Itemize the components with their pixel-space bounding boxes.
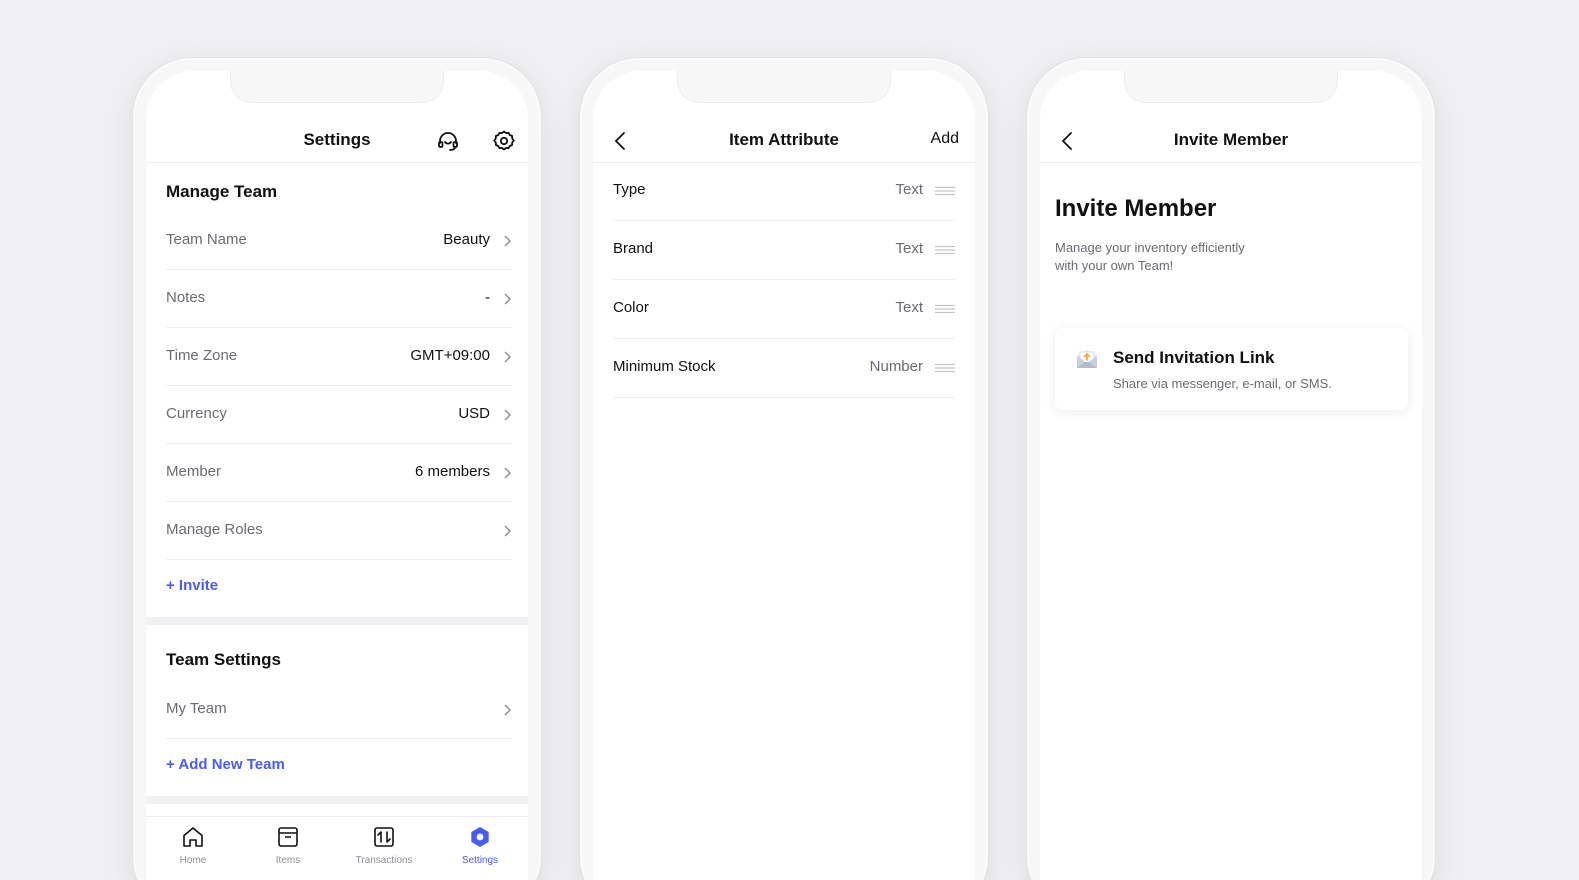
chevron-right-icon [504,525,512,537]
subtitle-line: Manage your inventory efficiently [1055,240,1245,255]
row-value: - [485,289,490,306]
row-value: USD [458,405,490,422]
attribute-row-type[interactable]: Type Text [613,162,955,221]
card-title: Send Invitation Link [1113,348,1275,367]
row-label: Team Name [166,231,247,248]
headset-support-icon[interactable] [436,129,460,153]
tab-label: Items [275,855,301,866]
attribute-label: Brand [613,240,654,257]
attribute-row-color[interactable]: Color Text [613,280,955,339]
row-time-zone[interactable]: Time Zone GMT+09:00 [166,328,512,386]
row-value: GMT+09:00 [410,347,490,364]
attribute-header: Item Attribute Add [593,119,975,163]
home-icon [183,827,203,847]
chevron-right-icon [504,235,512,247]
settings-gear-icon [471,827,489,847]
add-new-team-link[interactable]: + Add New Team [166,756,285,773]
attribute-type: Text [895,181,923,198]
item-attribute-screen: Item Attribute Add Type Text Brand Text … [593,71,975,880]
gear-icon[interactable] [492,129,516,153]
attribute-label: Color [613,299,649,316]
attribute-row-minimum-stock[interactable]: Minimum Stock Number [613,339,955,398]
tab-label: Settings [461,855,499,866]
card-subtitle: Share via messenger, e-mail, or SMS. [1113,376,1332,391]
row-label: Currency [166,405,227,422]
attribute-row-brand[interactable]: Brand Text [613,221,955,280]
invite-header: Invite Member [1040,119,1422,163]
attribute-type: Number [869,358,923,375]
team-settings-heading: Team Settings [166,650,281,669]
row-label: My Team [166,700,227,717]
row-currency[interactable]: Currency USD [166,386,512,444]
attribute-type: Text [895,240,923,257]
manage-team-heading: Manage Team [166,182,278,201]
chevron-right-icon [504,409,512,421]
box-icon [278,827,298,847]
row-label: Member [166,463,222,480]
drag-handle-icon[interactable] [935,186,955,196]
attribute-type: Text [895,299,923,316]
row-label: Time Zone [166,347,238,364]
row-label: Notes [166,289,206,306]
notch [677,71,891,103]
row-member[interactable]: Member 6 members [166,444,512,502]
tab-items[interactable]: Items [248,825,328,866]
tab-transactions[interactable]: Transactions [344,825,424,866]
page-title: Item Attribute [729,130,839,149]
add-button[interactable]: Add [931,130,959,148]
section-divider [146,617,528,625]
row-value: 6 members [414,463,490,480]
invite-link[interactable]: + Invite [166,577,218,594]
subtitle-line: with your own Team! [1055,258,1174,273]
tab-home[interactable]: Home [153,825,233,866]
settings-screen: Settings Manage Team Team Name Beauty No… [146,71,528,880]
settings-header: Settings [146,119,528,163]
attribute-label: Minimum Stock [613,358,716,375]
invite-heading: Invite Member [1055,195,1217,222]
envelope-icon [1077,350,1097,368]
phone-settings: Settings Manage Team Team Name Beauty No… [132,57,542,880]
tab-settings[interactable]: Settings [440,825,520,866]
tab-label: Transactions [355,855,413,866]
page-title: Settings [303,130,371,149]
transactions-icon [374,827,394,847]
phone-invite-member: Invite Member Invite Member Manage your … [1026,57,1436,880]
row-team-name[interactable]: Team Name Beauty [166,212,512,270]
drag-handle-icon[interactable] [935,245,955,255]
section-divider [146,796,528,804]
chevron-right-icon [504,467,512,479]
invite-member-screen: Invite Member Invite Member Manage your … [1040,71,1422,880]
invite-subtitle: Manage your inventory efficiently with y… [1055,239,1315,275]
notch [230,71,444,103]
drag-handle-icon[interactable] [935,304,955,314]
tab-bar: Home Items Transactions Settings [146,816,528,880]
page-title: Invite Member [1173,130,1289,149]
chevron-right-icon [504,351,512,363]
chevron-right-icon [504,293,512,305]
phone-item-attribute: Item Attribute Add Type Text Brand Text … [579,57,989,880]
notch [1124,71,1338,103]
row-my-team[interactable]: My Team [166,681,512,739]
drag-handle-icon[interactable] [935,363,955,373]
row-value: Beauty [443,231,490,248]
attribute-label: Type [613,181,646,198]
tab-label: Home [179,855,207,866]
chevron-right-icon [504,704,512,716]
row-notes[interactable]: Notes - [166,270,512,328]
send-invitation-link-card[interactable]: Send Invitation Link Share via messenger… [1055,328,1408,410]
row-manage-roles[interactable]: Manage Roles [166,502,512,560]
row-label: Manage Roles [166,521,263,538]
